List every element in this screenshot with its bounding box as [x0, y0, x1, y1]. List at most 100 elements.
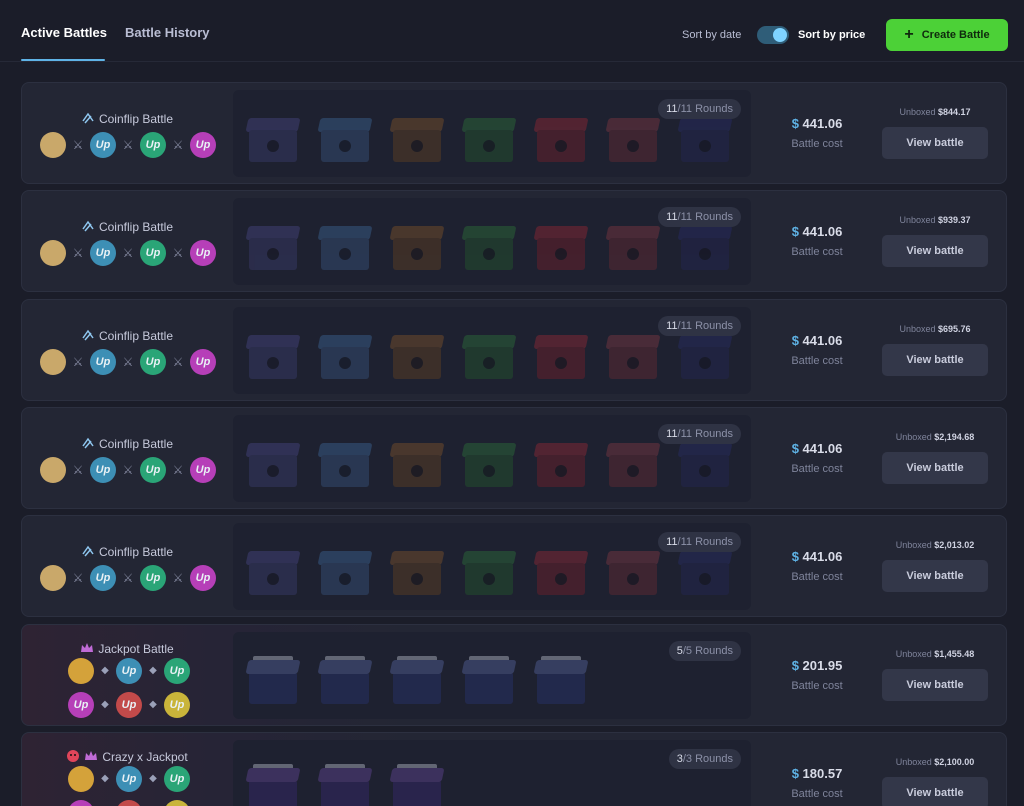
sort-by-date-label[interactable]: Sort by date — [682, 29, 741, 41]
player-avatar[interactable]: Up — [190, 565, 216, 592]
case-box-icon — [385, 218, 449, 274]
price-value: 441.06 — [802, 440, 843, 456]
coinflip-icon — [81, 112, 99, 126]
case-strip: 3/3 Rounds — [233, 739, 751, 806]
player-avatar[interactable]: Up — [140, 456, 166, 483]
player-list: ⚔ Up ⚔ Up ⚔ Up — [40, 132, 216, 158]
battle-row[interactable]: Coinflip Battle ⚔ Up ⚔ Up ⚔ Up 11/11 Rounds $ 44… — [21, 515, 1007, 618]
battle-row[interactable]: Coinflip Battle ⚔ Up ⚔ Up ⚔ Up 11/11 Rounds $ 44… — [21, 82, 1007, 184]
player-avatar[interactable]: Up — [164, 657, 190, 684]
rounds-total: /5 Rounds — [682, 644, 733, 657]
player-avatar[interactable]: Up — [116, 765, 142, 792]
battle-mode-title: Coinflip Battle — [22, 111, 232, 126]
view-battle-button[interactable]: View battle — [882, 235, 988, 268]
player-avatar[interactable]: Up — [190, 132, 216, 158]
battle-mode-title: Coinflip Battle — [22, 436, 232, 451]
battle-price: $ 180.57 — [752, 766, 882, 781]
case-box-icon — [457, 110, 521, 166]
unboxed-total: Unboxed $2,013.02 — [882, 540, 988, 550]
player-avatar[interactable]: Up — [68, 799, 94, 806]
rounds-total: /11 Rounds — [677, 103, 733, 115]
player-avatar[interactable]: Up — [190, 240, 216, 267]
top-bar: Active Battles Battle History Sort by da… — [0, 0, 1024, 62]
player-avatar[interactable]: Up — [190, 456, 216, 483]
sort-by-price-label[interactable]: Sort by price — [798, 29, 865, 41]
player-avatar[interactable]: Up — [90, 456, 116, 483]
case-strip: 11/11 Rounds — [233, 414, 751, 502]
player-avatar[interactable]: Up — [90, 132, 116, 158]
coinflip-icon — [81, 437, 99, 451]
rounds-badge: 11/11 Rounds — [658, 315, 741, 336]
battle-row[interactable]: Jackpot Battle ◆ Up ◆ Up Up ◆ Up ◆ Up 5/5 Rounds $ … — [21, 623, 1007, 726]
view-battle-button[interactable]: View battle — [882, 560, 988, 593]
player-avatar[interactable]: Up — [140, 565, 166, 592]
crazy-crown-icon — [66, 749, 102, 764]
player-avatar[interactable]: Up — [140, 240, 166, 267]
player-avatar[interactable]: Up — [164, 799, 190, 806]
player-avatar[interactable]: Up — [116, 799, 142, 806]
tab-active-battles[interactable]: Active Battles — [21, 25, 107, 40]
player-avatar[interactable]: Up — [90, 348, 116, 375]
battle-cost-label: Battle cost — [791, 571, 843, 584]
battle-mode-label: Crazy x Jackpot — [102, 749, 188, 764]
unboxed-label: Unboxed — [899, 107, 936, 117]
create-battle-button[interactable]: + Create Battle — [886, 19, 1008, 51]
unboxed-value: $2,194.68 — [934, 431, 975, 442]
player-avatar[interactable] — [40, 240, 66, 267]
player-avatar[interactable]: Up — [116, 691, 142, 718]
versus-swords-icon: ⚔ — [122, 246, 134, 261]
unboxed-total: Unboxed $939.37 — [882, 215, 988, 225]
player-avatar[interactable]: Up — [68, 691, 94, 718]
player-avatar[interactable] — [40, 456, 66, 483]
player-avatar[interactable] — [68, 657, 94, 684]
view-battle-button[interactable]: View battle — [882, 127, 988, 159]
diamond-icon: ◆ — [101, 773, 109, 785]
price-value: 441.06 — [802, 116, 843, 131]
case-box-icon — [457, 218, 521, 274]
currency-symbol: $ — [791, 765, 799, 781]
versus-swords-icon: ⚔ — [122, 138, 134, 152]
unboxed-value: $695.76 — [938, 323, 971, 334]
case-box-icon — [241, 110, 305, 166]
battle-cost-label: Battle cost — [791, 246, 843, 259]
unboxed-label: Unboxed — [895, 756, 932, 767]
player-avatar[interactable]: Up — [190, 348, 216, 375]
unboxed-label: Unboxed — [895, 540, 932, 551]
case-box-icon — [385, 435, 449, 491]
price-value: 441.06 — [802, 224, 843, 240]
player-avatar[interactable] — [40, 132, 66, 158]
player-avatar[interactable]: Up — [90, 240, 116, 267]
battle-row[interactable]: Coinflip Battle ⚔ Up ⚔ Up ⚔ Up 11/11 Rounds $ 44… — [21, 190, 1007, 293]
battle-row[interactable]: Crazy x Jackpot◆Up◆UpUp◆Up◆Up3/3 Rounds$… — [21, 731, 1007, 806]
case-box-icon — [457, 435, 521, 491]
player-avatar[interactable] — [68, 765, 94, 792]
view-battle-button[interactable]: View battle — [882, 343, 988, 376]
player-avatar[interactable]: Up — [116, 657, 142, 684]
versus-swords-icon: ⚔ — [72, 246, 84, 261]
case-box-icon — [385, 543, 449, 599]
case-box-icon — [313, 218, 377, 274]
player-avatar[interactable] — [40, 348, 66, 375]
player-avatar[interactable]: Up — [164, 691, 190, 718]
rounds-done: 11 — [666, 427, 678, 440]
player-avatar[interactable] — [40, 565, 66, 592]
battle-row[interactable]: Coinflip Battle ⚔ Up ⚔ Up ⚔ Up 11/11 Rounds $ 44… — [21, 298, 1007, 401]
price-value: 441.06 — [802, 549, 843, 565]
view-battle-button[interactable]: View battle — [882, 451, 988, 484]
player-avatar[interactable]: Up — [90, 565, 116, 592]
rounds-total: /11 Rounds — [677, 211, 733, 224]
battle-mode-label: Coinflip Battle — [98, 436, 174, 451]
case-box-icon — [241, 218, 305, 274]
player-avatar[interactable]: Up — [164, 765, 190, 792]
player-avatar[interactable]: Up — [140, 132, 166, 158]
sort-toggle[interactable] — [757, 26, 789, 44]
view-battle-button[interactable]: View battle — [882, 668, 988, 701]
rounds-total: /11 Rounds — [677, 536, 733, 549]
player-avatar[interactable]: Up — [140, 348, 166, 375]
battle-row[interactable]: Coinflip Battle ⚔ Up ⚔ Up ⚔ Up 11/11 Rounds $ 44… — [21, 406, 1007, 509]
unboxed-value: $2,013.02 — [934, 540, 975, 551]
rounds-badge: 11/11 Rounds — [658, 532, 741, 553]
tab-battle-history[interactable]: Battle History — [125, 25, 210, 40]
view-battle-button[interactable]: View battle — [882, 776, 988, 806]
unboxed-label: Unboxed — [899, 323, 936, 334]
